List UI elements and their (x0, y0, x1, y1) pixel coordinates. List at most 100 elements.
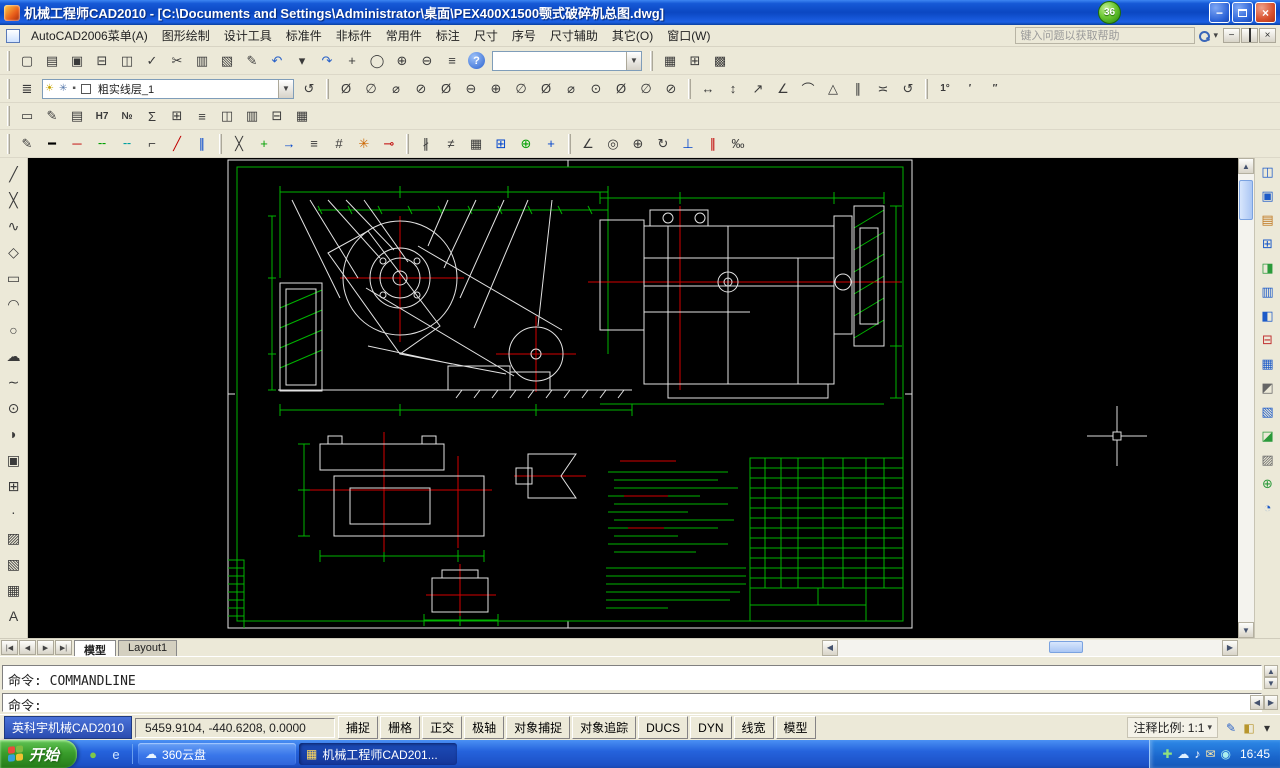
not-equal-icon[interactable]: ≠ (439, 132, 463, 155)
balloon-number-icon[interactable]: № (115, 105, 139, 128)
dim-linear-icon[interactable]: ↔ (696, 77, 720, 100)
menu-item[interactable]: 标准件 (279, 25, 329, 46)
dim-diameter-2-icon[interactable]: ∅ (359, 77, 383, 100)
properties-icon[interactable]: ≡ (440, 49, 464, 72)
toolbar-grip[interactable] (7, 79, 10, 99)
toolbar-grip[interactable] (650, 51, 653, 71)
toolbar-grip[interactable] (219, 134, 222, 154)
save-icon[interactable]: ▣ (65, 49, 89, 72)
dim-diameter-10-icon[interactable]: ∅ (634, 77, 658, 100)
layer-dropdown-icon[interactable]: ▼ (278, 80, 293, 98)
dim-diameter-11-icon[interactable]: ⊘ (659, 77, 683, 100)
annotation-scale-control[interactable]: 注释比例: 1:1 ▾ (1127, 717, 1218, 738)
mtext-icon[interactable]: A (2, 603, 26, 629)
green-cross-icon[interactable]: + (252, 132, 276, 155)
circled-plus-icon[interactable]: ⊕ (626, 132, 650, 155)
start-button[interactable]: 开始 (0, 740, 77, 768)
cad-drawing[interactable] (28, 158, 1238, 638)
menu-item[interactable]: AutoCAD2006菜单(A) (24, 25, 155, 46)
new-icon[interactable]: ▢ (15, 49, 39, 72)
rectangle-icon[interactable]: ▭ (2, 265, 26, 291)
red-line-icon[interactable]: ─ (65, 132, 89, 155)
insert-table-icon[interactable]: ⊞ (489, 132, 513, 155)
thick-line-icon[interactable]: ━ (40, 132, 64, 155)
title-edit-icon[interactable]: ✎ (40, 105, 64, 128)
dim-diameter-3-icon[interactable]: ⌀ (384, 77, 408, 100)
status-toggle[interactable]: 对象捕捉 (506, 716, 570, 739)
parts-list-icon[interactable]: ▤ (65, 105, 89, 128)
command-scroll-up-icon[interactable]: ▲ (1264, 665, 1278, 677)
target-circle-icon[interactable]: ◎ (601, 132, 625, 155)
combo-dropdown-icon[interactable]: ▼ (626, 52, 641, 70)
gradient-icon[interactable]: ▧ (2, 551, 26, 577)
help-icon[interactable]: ? (468, 52, 485, 69)
scroll-up-icon[interactable]: ▲ (1238, 158, 1254, 174)
dim-restore-icon[interactable]: ↺ (896, 77, 920, 100)
grid-hash-icon[interactable]: # (327, 132, 351, 155)
view-clock-icon[interactable]: ◔ (1257, 497, 1278, 518)
matchprop-icon[interactable]: ✎ (240, 49, 264, 72)
corner-line-icon[interactable]: ⌐ (140, 132, 164, 155)
arc-icon[interactable]: ◠ (2, 291, 26, 317)
scroll-down-icon[interactable]: ▼ (1238, 622, 1254, 638)
tab-next-button[interactable]: ▶ (37, 640, 54, 655)
tab-model[interactable]: 模型 (74, 640, 116, 656)
circle-icon[interactable]: ○ (2, 317, 26, 343)
toolbar-grip[interactable] (406, 134, 409, 154)
view-mirror-icon[interactable]: ◪ (1257, 425, 1278, 446)
command-scroll-right-icon[interactable]: ▶ (1264, 695, 1278, 710)
layer-lock-icon[interactable]: ▪ (72, 83, 76, 94)
sum-icon[interactable]: Σ (140, 105, 164, 128)
search-dropdown-icon[interactable]: ▾ (1213, 30, 1218, 41)
layer-combo[interactable]: ☀✳▪ 粗实线层_1 ▼ (42, 79, 294, 99)
redo-icon[interactable]: ↷ (315, 49, 339, 72)
dim-arc-icon[interactable]: ⌒ (796, 77, 820, 100)
tray-sound-icon[interactable]: ♪ (1194, 747, 1200, 761)
ellipse-icon[interactable]: ⊙ (2, 395, 26, 421)
document-icon[interactable] (6, 29, 20, 43)
toolbar-grip[interactable] (326, 79, 329, 99)
polygon-icon[interactable]: ◇ (2, 239, 26, 265)
hatch-lines-icon[interactable]: ≡ (302, 132, 326, 155)
toolbar-grip[interactable] (688, 79, 691, 99)
view-top-icon[interactable]: ◫ (1257, 161, 1278, 182)
dim-angular-icon[interactable]: ∠ (771, 77, 795, 100)
tray-network-icon[interactable]: ◉ (1220, 747, 1230, 761)
menu-item[interactable]: 尺寸 (467, 25, 505, 46)
command-input[interactable]: 命令: (2, 693, 1262, 712)
angle-icon[interactable]: ∠ (576, 132, 600, 155)
zoom-previous-icon[interactable]: ⊖ (415, 49, 439, 72)
view-grid-icon[interactable]: ▦ (1257, 353, 1278, 374)
construction-line-icon[interactable]: ╳ (2, 187, 26, 213)
tab-layout1[interactable]: Layout1 (118, 640, 177, 656)
dim-circle-2-icon[interactable]: ⊕ (484, 77, 508, 100)
taskbar-task-button[interactable]: ☁ 360云盘 (138, 743, 296, 765)
mdi-minimize-button[interactable]: − (1223, 28, 1240, 43)
pencil-icon[interactable]: ✎ (15, 132, 39, 155)
command-splitter[interactable] (0, 657, 1280, 664)
dim-diameter-5-icon[interactable]: Ø (434, 77, 458, 100)
toolbar-grip[interactable] (925, 79, 928, 99)
help-search-input[interactable] (1015, 27, 1195, 44)
angle-minute-icon[interactable]: ′ (958, 77, 982, 100)
toolbar-grip[interactable] (7, 134, 10, 154)
vertical-scroll-track[interactable] (1238, 174, 1254, 622)
view-front-icon[interactable]: ▣ (1257, 185, 1278, 206)
view-plus-icon[interactable]: ⊕ (1257, 473, 1278, 494)
line-icon[interactable]: ╱ (2, 161, 26, 187)
table-cells-icon[interactable]: ▦ (464, 132, 488, 155)
quick-text-combo[interactable]: ▼ (492, 51, 642, 71)
scale-dropdown-icon[interactable]: ▾ (1207, 722, 1212, 733)
close-button[interactable]: × (1255, 2, 1276, 23)
status-toggle[interactable]: 栅格 (380, 716, 420, 739)
mdi-close-button[interactable]: × (1259, 28, 1276, 43)
view-wire-icon[interactable]: ▥ (1257, 281, 1278, 302)
point-icon[interactable]: ∙ (2, 499, 26, 525)
fit-tolerance-icon[interactable]: H7 (90, 105, 114, 128)
hatch-icon[interactable]: ▨ (2, 525, 26, 551)
view-split-icon[interactable]: ◧ (1257, 305, 1278, 326)
dim-circle-3-icon[interactable]: ⊙ (584, 77, 608, 100)
table-icon[interactable]: ⊞ (165, 105, 189, 128)
dim-diameter-8-icon[interactable]: ⌀ (559, 77, 583, 100)
view-hatch-icon[interactable]: ▧ (1257, 401, 1278, 422)
